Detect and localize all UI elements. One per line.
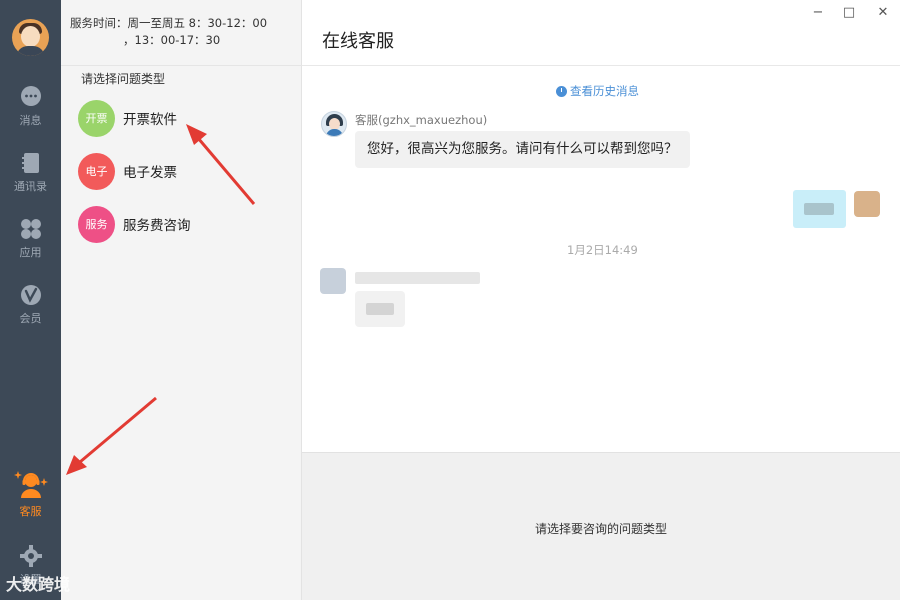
history-link-label: 查看历史消息 xyxy=(570,84,639,98)
nav-item-messages[interactable]: 消息 xyxy=(0,86,61,128)
chat-window: 在线客服 − □ ✕ 查看历史消息 客服(gzhx_maxuezhou) 您好，… xyxy=(302,0,900,600)
service-hours-line2: ，13：00-17：30 xyxy=(123,33,221,47)
my-avatar-blurred xyxy=(854,191,880,217)
clock-icon xyxy=(556,85,567,97)
agent-name: 客服(gzhx_maxuezhou) xyxy=(355,113,488,127)
question-type-title: 请选择问题类型 xyxy=(81,72,166,86)
user-avatar[interactable] xyxy=(12,19,49,56)
customer-service-icon xyxy=(13,471,48,498)
left-nav-bar: 消息 通讯录 应用 会员 客服 设置 xyxy=(0,0,61,600)
nav-item-vip[interactable]: 会员 xyxy=(0,284,61,326)
chat-header: 在线客服 − □ ✕ xyxy=(302,0,900,66)
nav-item-label: 客服 xyxy=(19,505,42,518)
agent-message-bubble: 您好，很高兴为您服务。请问有什么可以帮到您吗？ xyxy=(355,131,690,168)
nav-item-customer-service[interactable]: 客服 xyxy=(0,470,61,519)
message-bubble-blurred xyxy=(355,291,405,327)
question-item-e-invoice[interactable]: 电子 电子发票 xyxy=(78,152,177,190)
question-badge: 电子 xyxy=(78,152,115,190)
input-area[interactable]: 请选择要咨询的问题类型 xyxy=(302,452,900,600)
question-item-invoicing-software[interactable]: 开票 开票软件 xyxy=(78,99,177,137)
watermark: 大数跨境 xyxy=(6,575,71,594)
sender-name-blurred xyxy=(355,272,480,284)
message-timestamp: 1月2日14:49 xyxy=(567,243,638,257)
minimize-button[interactable]: − xyxy=(809,4,827,22)
nav-item-label: 消息 xyxy=(19,114,42,127)
blurred-text xyxy=(366,303,394,315)
nav-item-label: 会员 xyxy=(19,312,42,325)
question-item-label: 电子发票 xyxy=(123,165,177,181)
avatar-suit xyxy=(16,46,45,56)
agent-avatar xyxy=(321,111,347,137)
question-item-service-fee[interactable]: 服务 服务费咨询 xyxy=(78,205,191,243)
apps-grid-icon xyxy=(20,219,41,239)
chat-bubble-icon xyxy=(20,86,41,106)
nav-item-contacts[interactable]: 通讯录 xyxy=(0,152,61,194)
maximize-button[interactable]: □ xyxy=(840,4,858,22)
question-badge: 服务 xyxy=(78,205,115,243)
nav-item-apps[interactable]: 应用 xyxy=(0,218,61,260)
contacts-book-icon xyxy=(21,153,39,173)
input-hint: 请选择要咨询的问题类型 xyxy=(534,522,667,536)
service-hours-line1: 服务时间：周一至周五 8：30-12：00 xyxy=(70,16,268,30)
question-badge: 开票 xyxy=(78,99,115,137)
question-type-panel: 服务时间：周一至周五 8：30-12：00 ，13：00-17：30 请选择问题… xyxy=(61,0,302,600)
vip-badge-icon xyxy=(20,285,41,305)
question-item-label: 开票软件 xyxy=(123,112,177,128)
nav-item-label: 应用 xyxy=(19,246,42,259)
agent-avatar-body xyxy=(326,129,343,136)
gear-icon xyxy=(19,545,42,567)
sender-avatar-blurred xyxy=(320,268,346,294)
chat-title: 在线客服 xyxy=(322,31,394,52)
user-message-bubble-blurred xyxy=(793,190,846,228)
blurred-text xyxy=(804,203,834,215)
question-item-label: 服务费咨询 xyxy=(123,218,191,234)
divider xyxy=(61,65,302,66)
nav-item-label: 通讯录 xyxy=(14,180,47,193)
avatar-face xyxy=(21,26,40,47)
service-hours: 服务时间：周一至周五 8：30-12：00 ，13：00-17：30 xyxy=(70,15,267,49)
close-button[interactable]: ✕ xyxy=(874,4,892,22)
history-messages-link[interactable]: 查看历史消息 xyxy=(556,83,639,99)
